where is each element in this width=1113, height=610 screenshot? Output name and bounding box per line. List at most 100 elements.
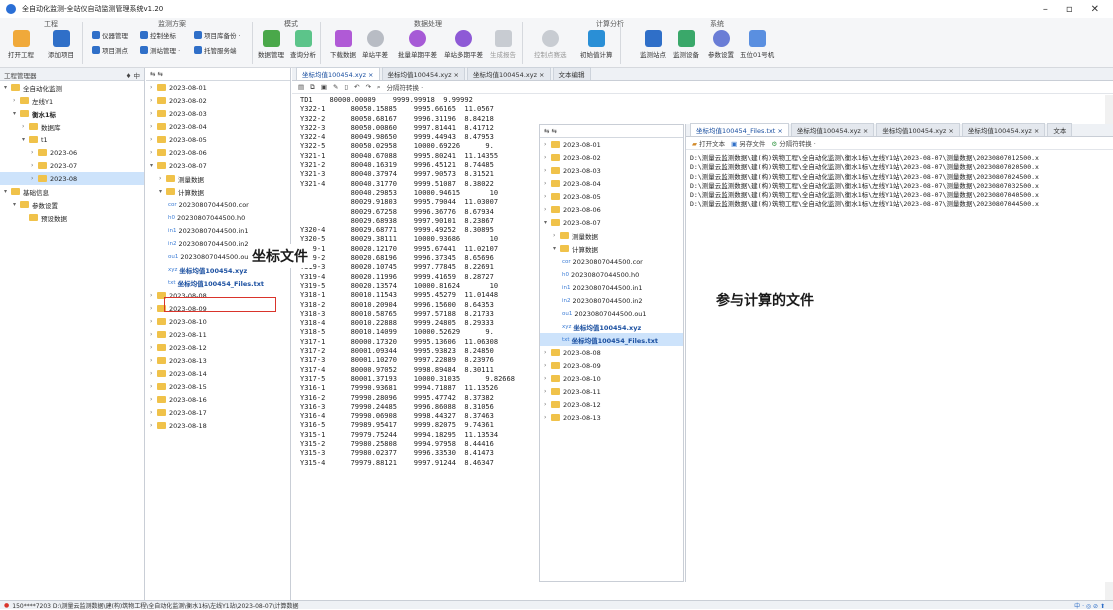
expand-arrow-icon[interactable]: ›	[22, 123, 28, 130]
tree-folder-item[interactable]: › 测量数据	[146, 172, 290, 185]
expand-arrow-icon[interactable]: ›	[544, 401, 550, 408]
tree-folder-item[interactable]: › 2023-08-06	[146, 146, 290, 159]
open-text-button[interactable]: ▰ 打开文本	[692, 138, 725, 148]
tree-folder-item[interactable]: › 2023-08-03	[146, 107, 290, 120]
expand-arrow-icon[interactable]: ›	[150, 84, 156, 91]
expand-arrow-icon[interactable]: ›	[150, 149, 156, 156]
multi-adjust-button[interactable]: 单站多期平差	[444, 30, 483, 59]
tree-folder-item[interactable]: ▾ 计算数据	[540, 242, 683, 255]
tree-folder-item[interactable]: › 2023-08-09	[540, 359, 683, 372]
tree-folder-item[interactable]: › 2023-07	[0, 159, 144, 172]
expand-arrow-icon[interactable]: ›	[544, 388, 550, 395]
expand-arrow-icon[interactable]: ›	[544, 180, 550, 187]
hosted-server-button[interactable]: 托管服务端	[194, 45, 237, 55]
tree-folder-item[interactable]: › 2023-08-15	[146, 380, 290, 393]
tree-folder-item[interactable]: › 2023-08-02	[540, 151, 683, 164]
separator-convert-button[interactable]: 分隔符转换 ·	[387, 82, 424, 92]
format-icon[interactable]: ▤	[298, 83, 304, 91]
editor-tab[interactable]: 坐标均值100454.xyz ×	[467, 67, 551, 80]
tree-folder-item[interactable]: › 2023-08-13	[146, 354, 290, 367]
overlay-separator-button[interactable]: ⚙ 分隔符转换 ·	[771, 138, 816, 148]
init-calc-button[interactable]: 初始值计算	[580, 30, 613, 59]
tree-folder-item[interactable]: › 2023-08-06	[540, 203, 683, 216]
tree-folder-item[interactable]: › 2023-08-10	[540, 372, 683, 385]
control-filter-button[interactable]: 控制点赛选	[534, 30, 567, 59]
expand-arrow-icon[interactable]: ›	[150, 344, 156, 351]
tree-folder-item[interactable]: ▾ 衡水1标	[0, 107, 144, 120]
expand-arrow-icon[interactable]: ›	[150, 357, 156, 364]
expand-arrow-icon[interactable]: ›	[13, 97, 19, 104]
redo-icon[interactable]: ↷	[365, 83, 370, 91]
tree-folder-item[interactable]: ▾ 2023-08-07	[146, 159, 290, 172]
tree-folder-item[interactable]: › 2023-08-04	[146, 120, 290, 133]
report-button[interactable]: 生成报告	[490, 30, 516, 59]
tree-folder-item[interactable]: › 2023-08-05	[540, 190, 683, 203]
tree-file-item[interactable]: in1 20230807044500.in1	[540, 281, 683, 294]
expand-arrow-icon[interactable]: ▾	[553, 245, 559, 252]
editor-tab[interactable]: 坐标均值100454.xyz ×	[381, 67, 465, 80]
tree-file-item[interactable]: h0 20230807044500.h0	[540, 268, 683, 281]
expand-arrow-icon[interactable]: ▾	[4, 188, 10, 195]
save-as-button[interactable]: ▣ 另存文件	[731, 138, 765, 148]
editor-tab[interactable]: 坐标均值100454.xyz ×	[296, 67, 380, 80]
tree-folder-item[interactable]: › 2023-08-01	[540, 138, 683, 151]
tree-folder-item[interactable]: › 2023-08-04	[540, 177, 683, 190]
open-project-button[interactable]: 打开工程	[8, 30, 34, 59]
station-manage-button[interactable]: 测站管理 ·	[140, 45, 180, 55]
tree-file-item[interactable]: txt 坐标均值100454_Files.txt	[540, 333, 683, 346]
expand-arrow-icon[interactable]: ›	[150, 409, 156, 416]
tree-folder-item[interactable]: ▾ 基础信息	[0, 185, 144, 198]
monitor-station-button[interactable]: 监测站点	[640, 30, 666, 59]
expand-arrow-icon[interactable]: ›	[544, 362, 550, 369]
expand-arrow-icon[interactable]: ›	[150, 136, 156, 143]
batch-adjust-button[interactable]: 批量单期平差	[398, 30, 437, 59]
tree-folder-item[interactable]: › 左线Y1	[0, 94, 144, 107]
overlay-editor-text[interactable]: D:\测量云监测数据\建(构)筑物工程\全自动化监测\衡水1标\左线Y1站\20…	[686, 150, 1113, 208]
minimize-icon[interactable]: –	[1043, 4, 1048, 15]
tree-folder-item[interactable]: › 2023-08-03	[540, 164, 683, 177]
device-five-button[interactable]: 五位01号机	[740, 30, 774, 59]
tree-folder-item[interactable]: › 数据库	[0, 120, 144, 133]
tree-file-item[interactable]: cor 20230807044500.cor	[540, 255, 683, 268]
expand-arrow-icon[interactable]: ▾	[150, 162, 156, 169]
query-analysis-button[interactable]: 查询分析	[290, 30, 316, 59]
expand-arrow-icon[interactable]: ›	[544, 154, 550, 161]
tree-folder-item[interactable]: ▾ 参数设置	[0, 198, 144, 211]
tree-file-item[interactable]: in1 20230807044500.in1	[146, 224, 290, 237]
add-project-button[interactable]: 添加项目	[48, 30, 74, 59]
expand-arrow-icon[interactable]: ›	[150, 110, 156, 117]
expand-arrow-icon[interactable]: ›	[31, 175, 37, 182]
expand-arrow-icon[interactable]: ▾	[13, 110, 19, 117]
param-settings-button[interactable]: 参数设置	[708, 30, 734, 59]
tree-file-item[interactable]: in2 20230807044500.in2	[540, 294, 683, 307]
tree-folder-item[interactable]: ▾ 2023-08-07	[540, 216, 683, 229]
expand-arrow-icon[interactable]: ›	[544, 414, 550, 421]
maximize-icon[interactable]: ▫	[1066, 4, 1073, 15]
expand-arrow-icon[interactable]: ›	[544, 141, 550, 148]
tree-folder-item[interactable]: › 2023-08-11	[146, 328, 290, 341]
expand-arrow-icon[interactable]: ›	[553, 232, 559, 239]
save-icon[interactable]: ▣	[321, 83, 327, 91]
tree-folder-item[interactable]: › 2023-06	[0, 146, 144, 159]
instrument-manage-button[interactable]: 仪器管理	[92, 30, 128, 40]
expand-arrow-icon[interactable]: ›	[150, 331, 156, 338]
tree-file-item[interactable]: xyz 坐标均值100454.xyz	[540, 320, 683, 333]
expand-arrow-icon[interactable]: ›	[544, 167, 550, 174]
tree-file-item[interactable]: h0 20230807044500.h0	[146, 211, 290, 224]
tree-folder-item[interactable]: 预设数据	[0, 211, 144, 224]
backup-button[interactable]: 项目库备份 ·	[194, 30, 241, 40]
tree-folder-item[interactable]: › 测量数据	[540, 229, 683, 242]
editor-tab[interactable]: 文本	[1047, 123, 1073, 136]
expand-arrow-icon[interactable]: ›	[150, 97, 156, 104]
project-points-button[interactable]: 项目测点	[92, 45, 128, 55]
editor-tab[interactable]: 坐标均值100454_Files.txt ×	[690, 123, 789, 136]
tree-folder-item[interactable]: › 2023-08-13	[540, 411, 683, 424]
expand-arrow-icon[interactable]: ›	[544, 206, 550, 213]
tree-folder-item[interactable]: › 2023-08-11	[540, 385, 683, 398]
tree-folder-item[interactable]: ▾ 计算数据	[146, 185, 290, 198]
expand-arrow-icon[interactable]: ›	[31, 162, 37, 169]
overlay-collapse-icon[interactable]: ⇆ ⇆	[544, 127, 557, 135]
editor-tab[interactable]: 坐标均值100454.xyz ×	[876, 123, 960, 136]
doc-icon[interactable]: ▯	[344, 83, 348, 91]
tree-folder-item[interactable]: ▾ 全自动化监测	[0, 81, 144, 94]
